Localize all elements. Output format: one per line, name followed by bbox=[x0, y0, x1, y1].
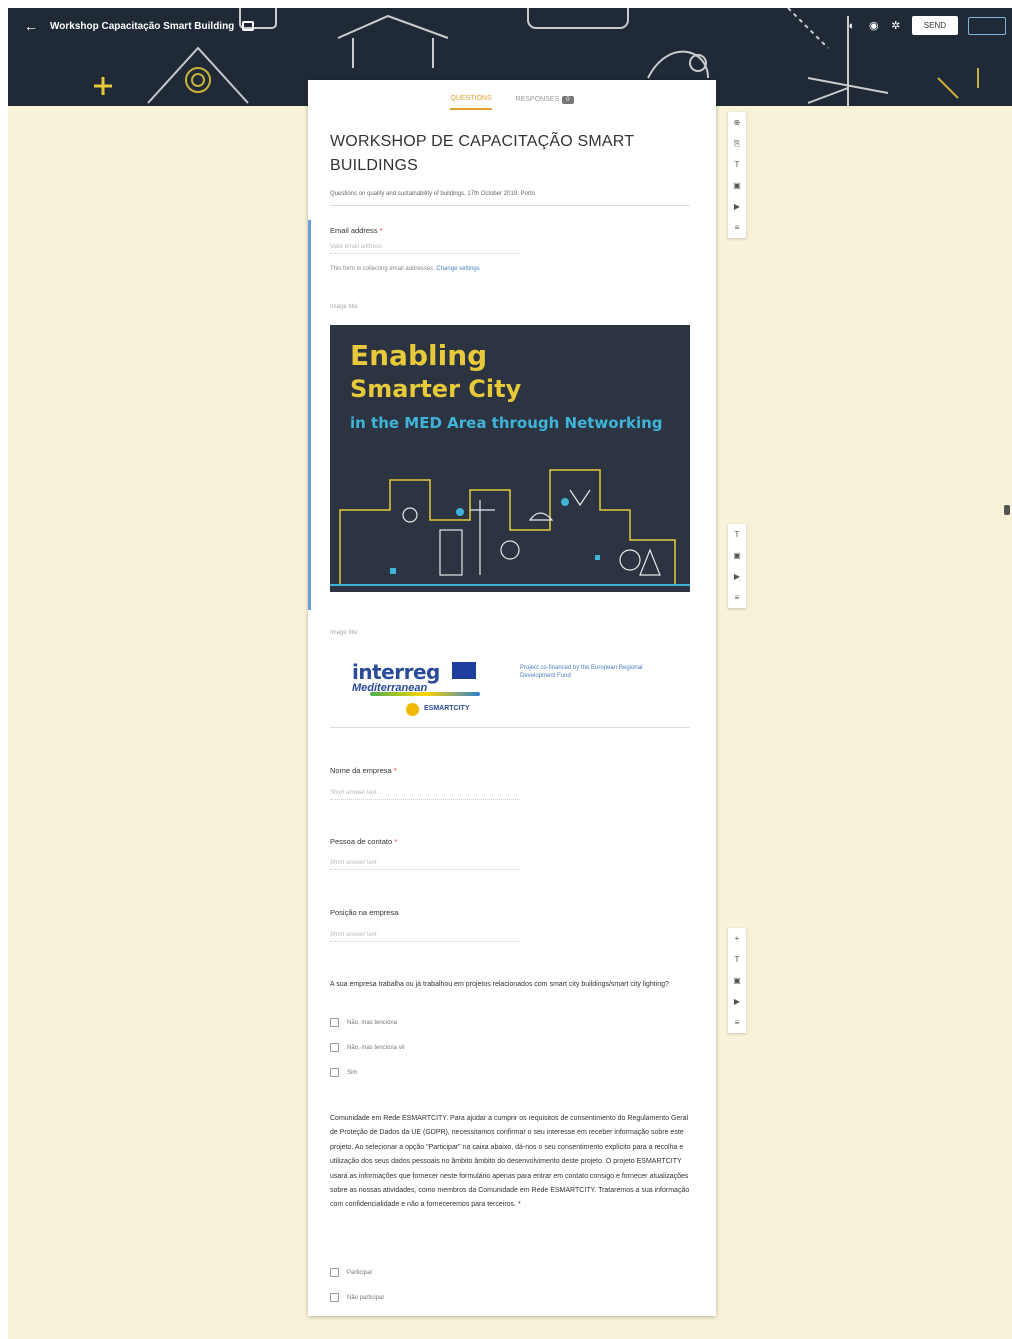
company-label-text: Nome da empresa bbox=[330, 766, 392, 775]
required-marker: * bbox=[379, 226, 383, 235]
consent-label-text: Comunidade em Rede ESMARTCITY. Para ajud… bbox=[330, 1115, 690, 1209]
question-toolbar-2: T ▣ ▶ ≡ bbox=[728, 524, 746, 608]
contact-label-text: Pessoa de contato bbox=[330, 837, 393, 846]
poster-line-3: in the MED Area through Networking bbox=[350, 414, 663, 432]
form-tabs: QUESTIONS RESPONSES 0 bbox=[308, 80, 716, 110]
checkbox[interactable] bbox=[330, 1043, 339, 1052]
checkbox[interactable] bbox=[330, 1068, 339, 1077]
esmartcity-wordmark: ESMARTCITY bbox=[424, 705, 470, 712]
preview-icon[interactable]: ◉ bbox=[868, 20, 880, 32]
video-icon[interactable]: ▶ bbox=[728, 196, 746, 217]
image-icon[interactable]: ▣ bbox=[728, 175, 746, 196]
image-icon[interactable]: ▣ bbox=[728, 545, 746, 566]
email-note-text: This form is collecting email addresses. bbox=[330, 266, 435, 272]
projects-question-label: A sua empresa trabalha ou já trabalhou e… bbox=[330, 981, 669, 988]
projects-option[interactable]: Não, mas tenciona vir bbox=[330, 1043, 405, 1052]
add-circle-icon[interactable]: ⊕ bbox=[728, 112, 746, 133]
email-question-label: Email address * bbox=[330, 226, 383, 235]
add-icon[interactable]: + bbox=[728, 928, 746, 949]
image-icon[interactable]: ▣ bbox=[728, 970, 746, 991]
contact-question-label: Pessoa de contato * bbox=[330, 837, 397, 846]
video-icon[interactable]: ▶ bbox=[728, 991, 746, 1012]
title-icon[interactable]: T bbox=[728, 949, 746, 970]
tab-questions[interactable]: QUESTIONS bbox=[450, 95, 492, 110]
form-card: QUESTIONS RESPONSES 0 WORKSHOP DE CAPACIT… bbox=[308, 80, 716, 1316]
responses-count-badge: 0 bbox=[562, 96, 574, 104]
poster-line-2: Smarter City bbox=[350, 375, 522, 403]
top-bar: ← Workshop Capacitação Smart Building ◐ … bbox=[8, 8, 1012, 44]
interreg-wordmark: interreg bbox=[352, 660, 440, 684]
scroll-handle[interactable] bbox=[1004, 505, 1010, 515]
more-options-button[interactable] bbox=[968, 16, 1006, 35]
toolbar-actions: ◐ ◉ ✲ SEND bbox=[846, 16, 1006, 35]
option-label: Não, mas tenciona bbox=[347, 1019, 398, 1026]
import-icon[interactable]: ⎘ bbox=[728, 133, 746, 154]
document-title[interactable]: Workshop Capacitação Smart Building bbox=[50, 21, 234, 32]
video-icon[interactable]: ▶ bbox=[728, 566, 746, 587]
consent-option[interactable]: Participar bbox=[330, 1268, 372, 1277]
interreg-logo-image[interactable]: interreg Mediterranean ESMARTCITY Projec… bbox=[330, 650, 690, 728]
required-marker: * bbox=[393, 766, 397, 775]
question-toolbar-3: + T ▣ ▶ ≡ bbox=[728, 928, 746, 1033]
consent-option[interactable]: Não participar bbox=[330, 1293, 384, 1302]
section-icon[interactable]: ≡ bbox=[728, 217, 746, 238]
image-title-label[interactable]: Image title bbox=[330, 304, 358, 310]
option-label: Não participar bbox=[347, 1294, 385, 1301]
eu-flag-icon bbox=[452, 662, 476, 679]
checkbox[interactable] bbox=[330, 1268, 339, 1277]
required-marker: * bbox=[394, 837, 398, 846]
question-toolbar: ⊕ ⎘ T ▣ ▶ ≡ bbox=[728, 112, 746, 238]
form-editor-screen: ← Workshop Capacitação Smart Building ◐ … bbox=[8, 8, 1012, 1339]
erdf-text: Project co-financed by the European Regi… bbox=[520, 665, 643, 679]
title-icon[interactable]: T bbox=[728, 524, 746, 545]
city-skyline-illustration bbox=[330, 469, 690, 586]
esmartcity-poster-image[interactable]: Enabling Smarter City in the MED Area th… bbox=[330, 325, 690, 592]
change-settings-link[interactable]: Change settings bbox=[436, 266, 479, 272]
checkbox[interactable] bbox=[330, 1018, 339, 1027]
company-field[interactable]: Short answer text bbox=[330, 790, 520, 800]
projects-option[interactable]: Não, mas tenciona bbox=[330, 1018, 397, 1027]
position-question-label: Posição na empresa bbox=[330, 908, 399, 917]
option-label: Participar bbox=[347, 1269, 373, 1276]
contact-field[interactable]: Short answer text bbox=[330, 860, 520, 870]
email-label-text: Email address bbox=[330, 226, 378, 235]
folder-icon[interactable] bbox=[242, 21, 255, 31]
image-title-label-2[interactable]: Image title bbox=[330, 630, 358, 636]
arrow-left-icon[interactable]: ← bbox=[24, 18, 44, 34]
form-title[interactable]: WORKSHOP DE CAPACITAÇÃO SMART BUILDINGS bbox=[330, 130, 670, 178]
consent-question-label: Comunidade em Rede ESMARTCITY. Para ajud… bbox=[330, 1112, 690, 1213]
settings-icon[interactable]: ✲ bbox=[890, 20, 902, 32]
required-marker: * bbox=[517, 1201, 521, 1209]
position-field[interactable]: Short answer text bbox=[330, 932, 520, 942]
esmartcity-logo-icon bbox=[406, 703, 419, 716]
company-question-label: Nome da empresa * bbox=[330, 766, 397, 775]
focus-indicator bbox=[308, 220, 311, 610]
poster-line-1: Enabling bbox=[350, 339, 488, 372]
title-icon[interactable]: T bbox=[728, 154, 746, 175]
tab-responses[interactable]: RESPONSES 0 bbox=[516, 96, 574, 110]
section-icon[interactable]: ≡ bbox=[728, 587, 746, 608]
option-label: Não, mas tenciona vir bbox=[347, 1044, 406, 1051]
swoosh-graphic bbox=[370, 692, 480, 696]
form-description[interactable]: Questions on quality and sustainability … bbox=[330, 190, 690, 206]
checkbox[interactable] bbox=[330, 1293, 339, 1302]
email-field[interactable]: Valid email address bbox=[330, 244, 520, 254]
palette-icon[interactable]: ◐ bbox=[846, 20, 858, 32]
projects-option[interactable]: Sim bbox=[330, 1068, 357, 1077]
tab-responses-label: RESPONSES bbox=[515, 96, 560, 103]
send-button[interactable]: SEND bbox=[911, 16, 958, 35]
email-collect-note: This form is collecting email addresses.… bbox=[330, 266, 480, 272]
section-icon[interactable]: ≡ bbox=[728, 1012, 746, 1033]
option-label: Sim bbox=[347, 1069, 358, 1076]
